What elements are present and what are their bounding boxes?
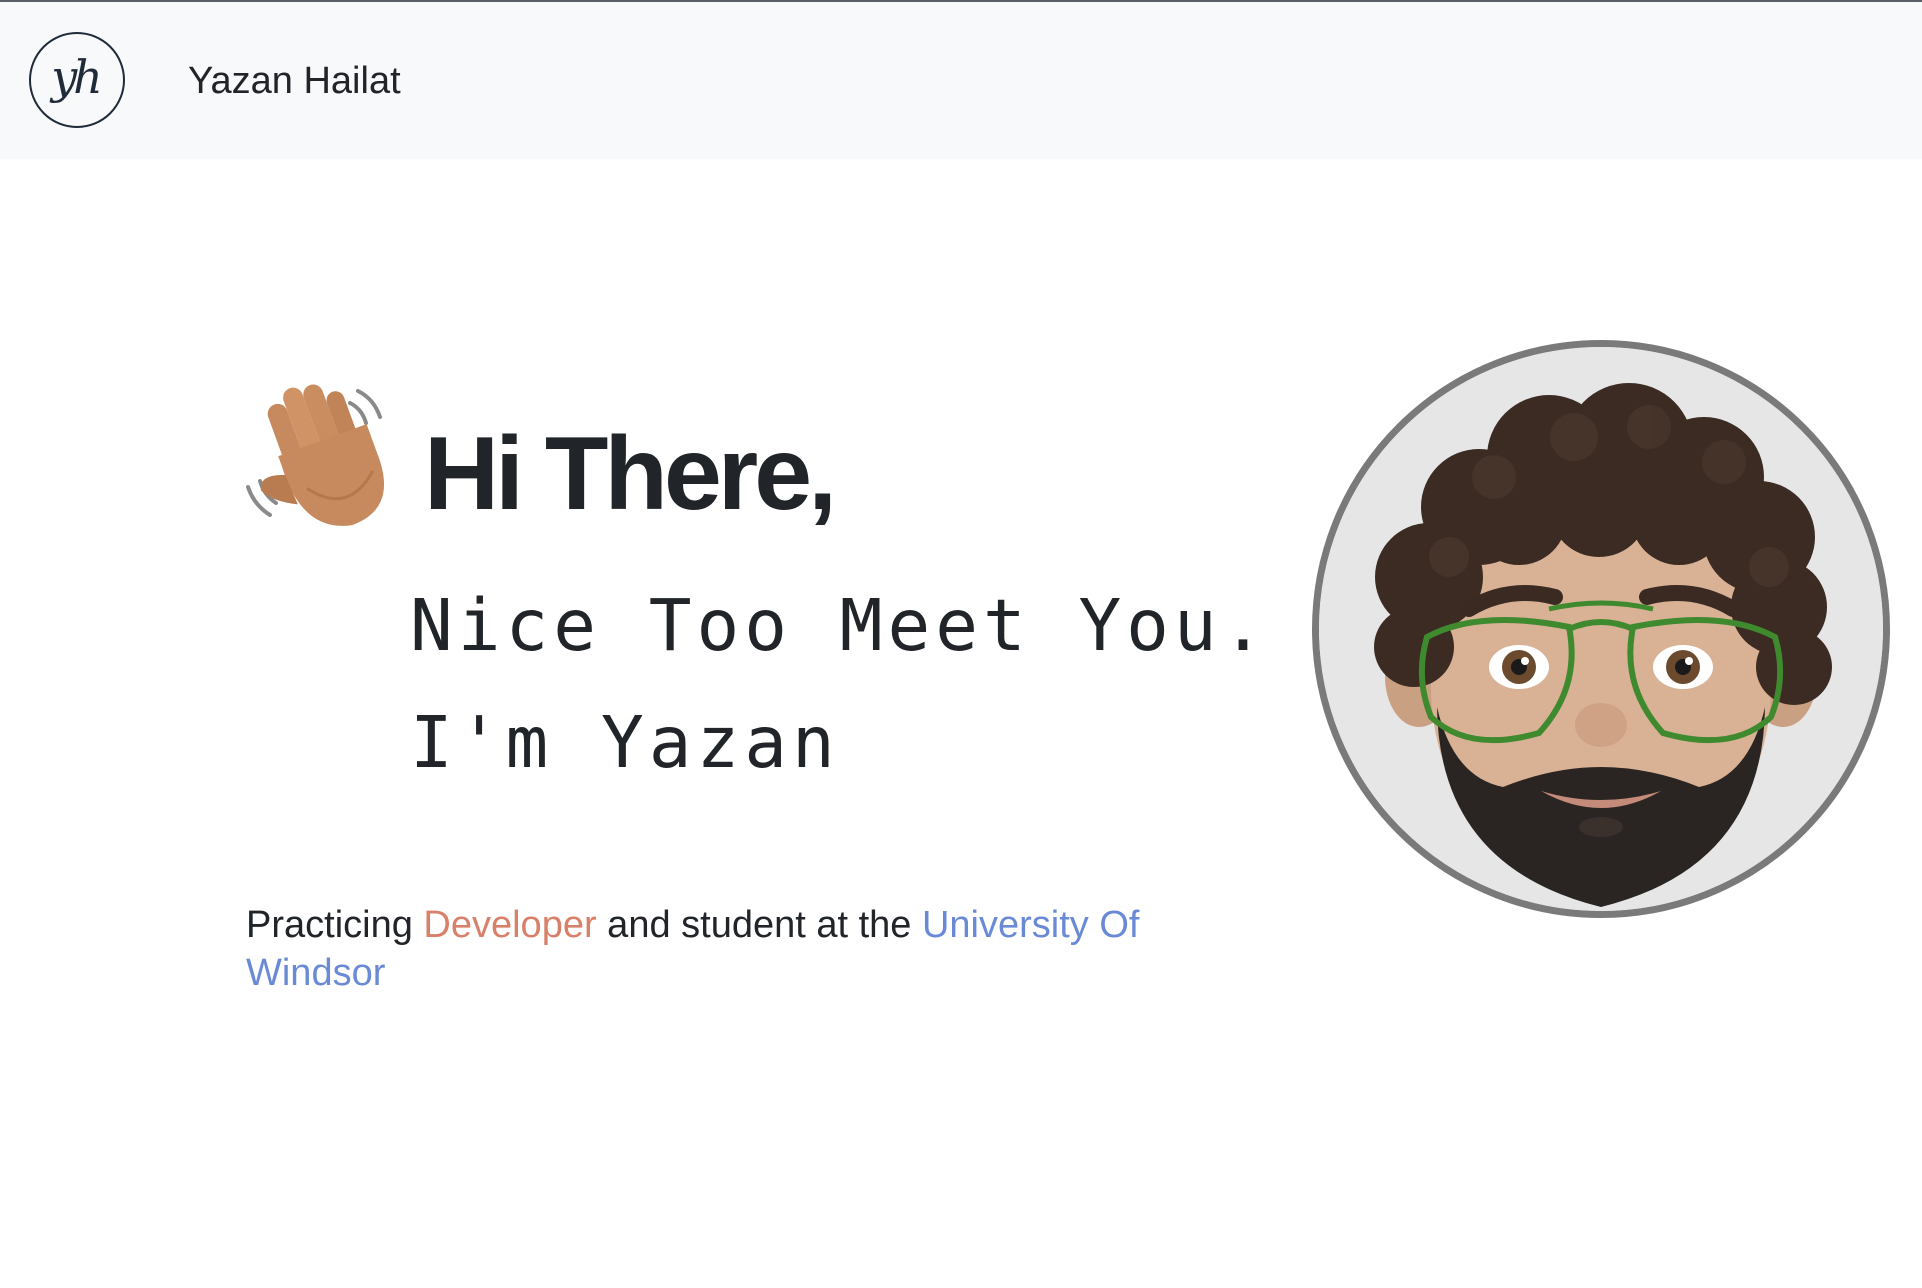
tagline-part1: Practicing bbox=[246, 904, 424, 946]
tagline-part2: and student at the bbox=[596, 904, 922, 946]
tagline: Practicing Developer and student at the … bbox=[246, 901, 1206, 997]
memoji-avatar-image bbox=[1319, 347, 1883, 911]
waving-hand-icon bbox=[246, 384, 385, 526]
typed-line-2: I'm Yazan bbox=[410, 701, 840, 784]
brand-name-link[interactable]: Yazan Hailat bbox=[188, 60, 401, 103]
tagline-role: Developer bbox=[423, 904, 597, 946]
brand-logo-text: yh bbox=[51, 50, 103, 104]
typed-line-1: Nice Too Meet You. bbox=[410, 584, 1270, 667]
greeting-heading: Hi There, bbox=[424, 416, 837, 532]
brand-logo[interactable]: yh bbox=[29, 32, 125, 128]
avatar bbox=[1312, 340, 1890, 918]
hero-section: Hi There, Nice Too Meet You. I'm Yazan P… bbox=[0, 159, 1922, 1288]
navbar: yh Yazan Hailat bbox=[0, 2, 1922, 159]
